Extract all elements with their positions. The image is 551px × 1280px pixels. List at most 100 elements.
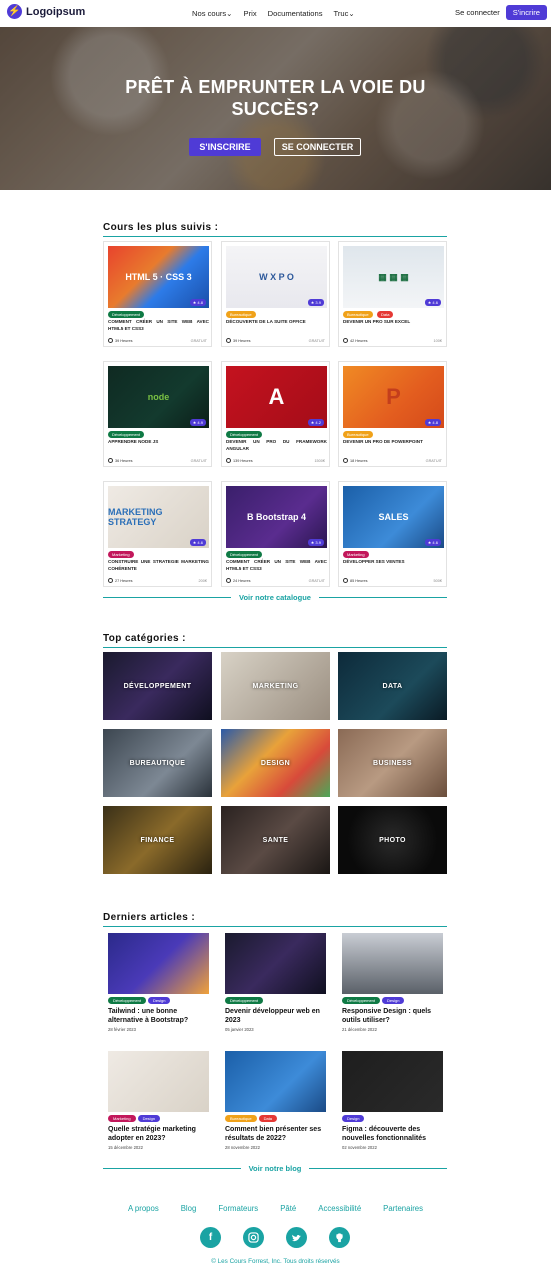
article-date: 21 décembre 2022: [342, 1027, 377, 1032]
category-tile[interactable]: DATA: [338, 652, 447, 720]
category-tile[interactable]: BUSINESS: [338, 729, 447, 797]
category-tile[interactable]: DÉVELOPPEMENT: [103, 652, 212, 720]
course-hours: 42 Heures: [350, 338, 368, 343]
course-thumbnail: ▦ ▦ ▦ ★ 4.6: [343, 246, 444, 308]
article-card[interactable]: Développement Design Responsive Design : …: [342, 933, 443, 1043]
footer-link-blog[interactable]: Blog: [181, 1204, 197, 1213]
rating-badge: ★ 4.8: [424, 419, 441, 426]
course-title: DÉVELOPPER SES VENTES: [343, 559, 405, 564]
article-date: 02 novembre 2022: [342, 1145, 377, 1150]
rating-badge: ★ 3.9: [307, 299, 324, 306]
category-tile[interactable]: PHOTO: [338, 806, 447, 874]
footer-link-accessibility[interactable]: Accessibilité: [318, 1204, 361, 1213]
course-thumbnail: HTML 5 · CSS 3 ★ 4.8: [108, 246, 209, 308]
course-tag: Bureautique: [226, 311, 256, 318]
course-duration: 27 Heures: [108, 578, 133, 583]
article-thumbnail: [225, 1051, 326, 1112]
clock-icon: [343, 338, 348, 343]
category-tile[interactable]: MARKETING: [221, 652, 330, 720]
course-title: APPRENDRE NODE JS: [108, 439, 159, 444]
article-tags: Design: [342, 1115, 365, 1122]
login-link[interactable]: Se connecter: [455, 8, 500, 17]
course-hours: 24 Heures: [233, 578, 251, 583]
article-tags: Développement Design: [342, 997, 405, 1004]
article-tag: Design: [382, 997, 405, 1004]
clock-icon: [108, 458, 113, 463]
article-title: Responsive Design : quels outils utilise…: [342, 1008, 432, 1024]
rating-badge: ★ 3.9: [307, 539, 324, 546]
category-tile[interactable]: SANTE: [221, 806, 330, 874]
article-card[interactable]: Marketing Design Quelle stratégie marketi…: [108, 1051, 209, 1161]
clock-icon: [226, 578, 231, 583]
course-card[interactable]: A ★ 4.2 Développement DEVENIR UN PRO DU …: [221, 361, 330, 467]
course-price: GRATUIT: [425, 459, 442, 463]
article-card[interactable]: Développement Devenir développeur web en…: [225, 933, 326, 1043]
article-card[interactable]: Design Figma : découverte des nouvelles …: [342, 1051, 443, 1161]
course-thumbnail: W X P O ★ 3.9: [226, 246, 327, 308]
article-tag: Bureautique: [225, 1115, 257, 1122]
category-label: BUREAUTIQUE: [129, 759, 186, 767]
article-date: 05 janvier 2023: [225, 1027, 254, 1032]
nav-link-truc[interactable]: Truc⌄: [334, 9, 355, 18]
article-date: 28 novembre 2022: [225, 1145, 260, 1150]
article-tags: Développement: [225, 997, 264, 1004]
facebook-icon[interactable]: f: [200, 1227, 221, 1248]
course-card[interactable]: MARKETING STRATEGY ★ 4.6 Marketing CONST…: [103, 481, 212, 587]
twitter-icon[interactable]: [286, 1227, 307, 1248]
divider-line: [318, 597, 447, 598]
logo-text: Logoipsum: [26, 5, 86, 18]
hero-title: PRÊT À EMPRUNTER LA VOIE DU SUCCÈS?: [0, 76, 551, 120]
nav-link-pricing[interactable]: Prix: [244, 9, 257, 18]
course-card[interactable]: node ★ 4.9 Développement APPRENDRE NODE …: [103, 361, 212, 467]
rating-badge: ★ 4.6: [424, 299, 441, 306]
footer-links: A propos Blog Formateurs Pâté Accessibil…: [0, 1204, 551, 1213]
category-tile[interactable]: FINANCE: [103, 806, 212, 874]
nav-link-docs[interactable]: Documentations: [268, 9, 323, 18]
course-card[interactable]: P ★ 4.8 Bureautique DEVENIR UN PRO DE PO…: [338, 361, 447, 467]
logo[interactable]: ⚡ Logoipsum: [7, 4, 85, 19]
hero-buttons: S'INSCRIRE SE CONNECTER: [189, 138, 361, 156]
article-thumbnail: [342, 933, 443, 994]
course-hours: 27 Heures: [115, 578, 133, 583]
course-hours: 36 Heures: [115, 458, 133, 463]
social-links: f: [200, 1227, 350, 1248]
course-card[interactable]: ▦ ▦ ▦ ★ 4.6 Bureautique Data DEVENIR UN …: [338, 241, 447, 347]
course-hours: 139 Heures: [233, 458, 253, 463]
rating-badge: ★ 4.8: [189, 299, 206, 306]
nav-link-courses[interactable]: Nos cours⌄: [192, 9, 233, 18]
nav-links: Nos cours⌄ Prix Documentations Truc⌄: [192, 9, 355, 18]
article-tag: Marketing: [108, 1115, 136, 1122]
signup-button[interactable]: S'incrire: [505, 5, 547, 20]
course-title: CONSTRUIRE UNE STRATEGIE MARKETING COHÉR…: [108, 559, 209, 571]
course-card[interactable]: B Bootstrap 4 ★ 3.9 Développement COMMEN…: [221, 481, 330, 587]
hero-signup-button[interactable]: S'INSCRIRE: [189, 138, 261, 156]
hero-login-button[interactable]: SE CONNECTER: [274, 138, 361, 156]
course-card[interactable]: SALES ★ 4.6 Marketing DÉVELOPPER SES VEN…: [338, 481, 447, 587]
courses-section-title: Cours les plus suivis :: [103, 222, 447, 237]
footer-link-trainers[interactable]: Formateurs: [218, 1204, 258, 1213]
course-price: 1500€: [314, 459, 325, 463]
article-thumbnail: [108, 1051, 209, 1112]
article-tag: Développement: [108, 997, 147, 1004]
footer-link-partners[interactable]: Partenaires: [383, 1204, 423, 1213]
rating-badge: ★ 4.6: [189, 539, 206, 546]
category-tile[interactable]: BUREAUTIQUE: [103, 729, 212, 797]
blog-link[interactable]: Voir notre blog: [241, 1164, 310, 1173]
rating-badge: ★ 4.9: [189, 419, 206, 426]
course-card[interactable]: W X P O ★ 3.9 Bureautique DÉCOUVERTE DE …: [221, 241, 330, 347]
article-card[interactable]: Bureautique Data Comment bien présenter s…: [225, 1051, 326, 1161]
rating-badge: ★ 4.2: [307, 419, 324, 426]
article-title: Figma : découverte des nouvelles fonctio…: [342, 1126, 427, 1142]
article-date: 28 février 2023: [108, 1027, 136, 1032]
instagram-icon[interactable]: [243, 1227, 264, 1248]
course-card[interactable]: HTML 5 · CSS 3 ★ 4.8 Développement COMME…: [103, 241, 212, 347]
footer-link-pate[interactable]: Pâté: [280, 1204, 296, 1213]
clock-icon: [108, 338, 113, 343]
footer-link-about[interactable]: A propos: [128, 1204, 159, 1213]
category-tile[interactable]: DESIGN: [221, 729, 330, 797]
bolt-logo-icon: ⚡: [7, 4, 22, 19]
github-icon[interactable]: [329, 1227, 350, 1248]
catalog-link[interactable]: Voir notre catalogue: [231, 593, 319, 602]
article-card[interactable]: Développement Design Tailwind : une bonne…: [108, 933, 209, 1043]
article-thumbnail: [225, 933, 326, 994]
